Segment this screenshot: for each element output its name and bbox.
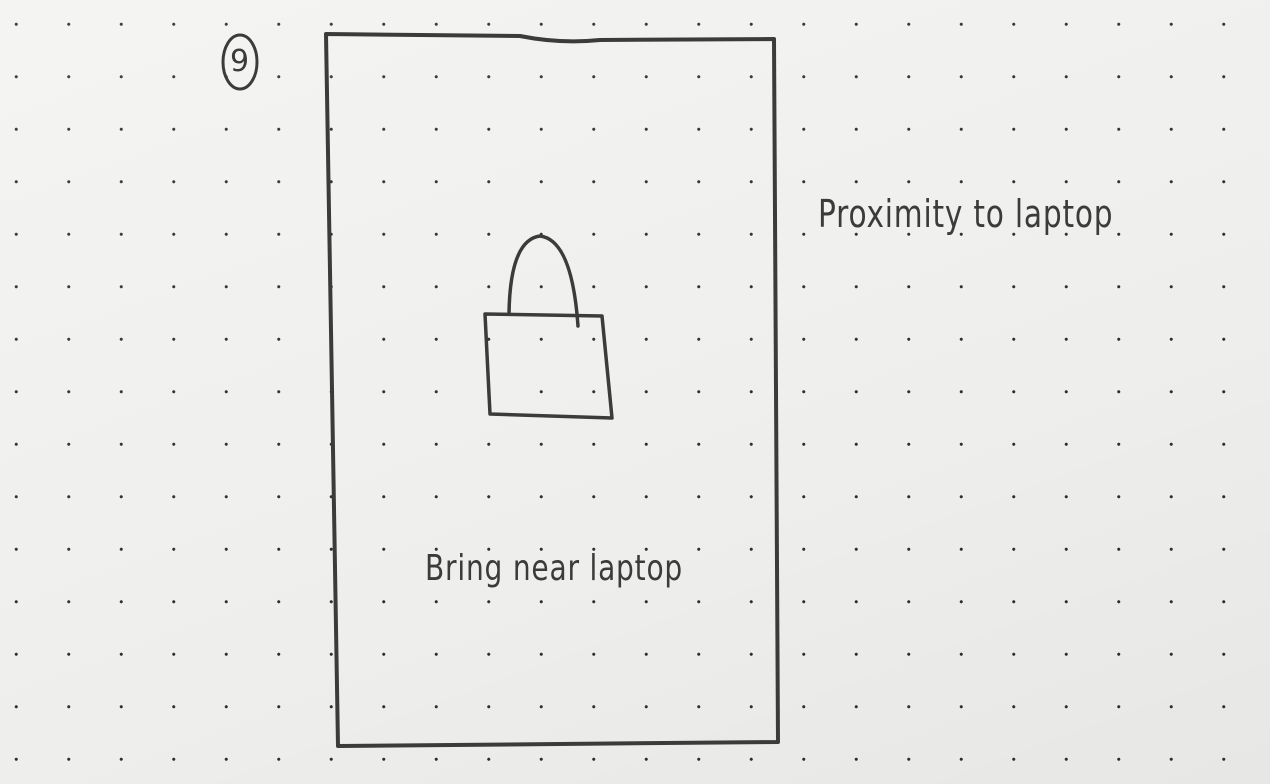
proximity-annotation: Proximity to laptop [818,192,1114,236]
lock-body [483,312,614,420]
phone-screen-frame [324,32,780,748]
lock-icon [483,234,614,420]
lock-shackle [507,234,580,328]
bring-near-laptop-prompt: Bring near laptop [425,548,684,589]
sketch-drawing [221,32,780,748]
page-number: 9 [229,44,251,79]
